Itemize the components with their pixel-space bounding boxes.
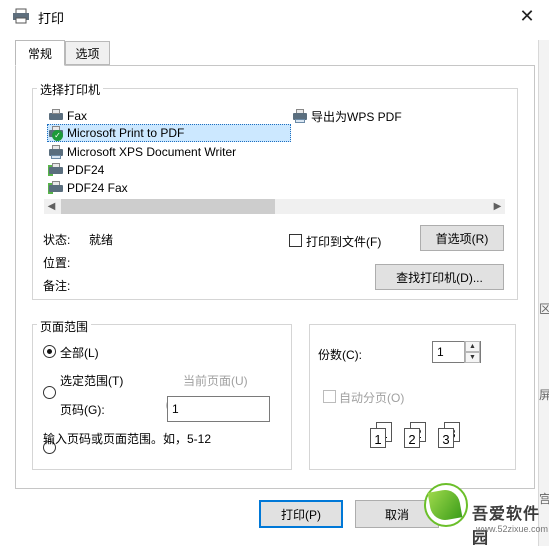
find-printer-button[interactable]: 查找打印机(D)...: [375, 264, 504, 290]
default-printer-icon: ✓: [48, 126, 64, 141]
printer-icon: [12, 8, 30, 24]
copies-stepper[interactable]: ▲ ▼: [464, 341, 480, 363]
pages-input[interactable]: 1: [167, 396, 270, 422]
range-all-radio[interactable]: [43, 345, 56, 358]
range-selection-radio[interactable]: [43, 386, 56, 399]
range-selection-label: 选定范围(T): [60, 374, 124, 388]
status-label: 状态:: [43, 233, 71, 247]
collate-page: 1: [370, 428, 386, 448]
background-glyph: 区: [539, 302, 549, 316]
spin-down-icon[interactable]: ▼: [465, 352, 480, 363]
fax-printer-icon: [48, 109, 64, 123]
range-pages-label: 页码(G):: [60, 403, 105, 417]
printer-item-pdf24[interactable]: PDF24: [48, 161, 104, 179]
watermark-url: www.52zixue.com: [476, 524, 549, 534]
printer-icon: [292, 109, 308, 123]
collate-page: 2: [404, 428, 420, 448]
printer-item-fax[interactable]: Fax: [48, 107, 87, 125]
collate-label: 自动分页(O): [339, 391, 405, 405]
background-glyph: 屏: [539, 388, 549, 402]
background-window-edge: [538, 40, 549, 546]
range-current-page-label: 当前页面(U): [183, 374, 248, 388]
title-bar: 打印 ✕: [0, 0, 549, 32]
printer-icon: [48, 181, 64, 195]
print-to-file-label: 打印到文件(F): [306, 235, 382, 249]
close-button[interactable]: ✕: [512, 3, 542, 29]
print-to-file-checkbox[interactable]: [289, 234, 302, 247]
page-range-hint: 输入页码或页面范围。如，5-12: [43, 432, 212, 446]
preferences-button[interactable]: 首选项(R): [420, 225, 504, 251]
printer-item-microsoft-print-to-pdf[interactable]: ✓ Microsoft Print to PDF: [47, 124, 291, 142]
printer-item-wps-pdf[interactable]: 导出为WPS PDF: [292, 107, 402, 125]
status-value: 就绪: [89, 233, 114, 247]
printer-item-pdf24-fax[interactable]: PDF24 Fax: [48, 179, 128, 197]
comment-label: 备注:: [43, 279, 71, 293]
spin-up-icon[interactable]: ▲: [465, 341, 480, 352]
range-all-label: 全部(L): [60, 346, 99, 360]
location-label: 位置:: [43, 256, 71, 270]
printer-item-xps-writer[interactable]: Microsoft XPS Document Writer: [48, 143, 236, 161]
print-button[interactable]: 打印(P): [259, 500, 343, 528]
close-icon: ✕: [519, 5, 535, 26]
scroll-right-icon[interactable]: ▶: [490, 199, 505, 214]
printer-group-title: 选择打印机: [37, 81, 104, 98]
scroll-left-icon[interactable]: ◀: [44, 199, 59, 214]
window-title: 打印: [38, 11, 65, 26]
scrollbar-thumb[interactable]: [61, 199, 275, 214]
collate-illustration: 1 1 2 2 3 3: [366, 422, 466, 456]
tab-options[interactable]: 选项: [65, 41, 110, 65]
page-range-title: 页面范围: [37, 318, 92, 335]
collate-page: 3: [438, 428, 454, 448]
printer-icon: [48, 163, 64, 177]
tab-general[interactable]: 常规: [15, 40, 65, 66]
printer-icon: [48, 145, 64, 159]
copies-label: 份数(C):: [318, 348, 362, 362]
check-icon: ✓: [52, 130, 63, 141]
collate-checkbox[interactable]: [323, 390, 336, 403]
